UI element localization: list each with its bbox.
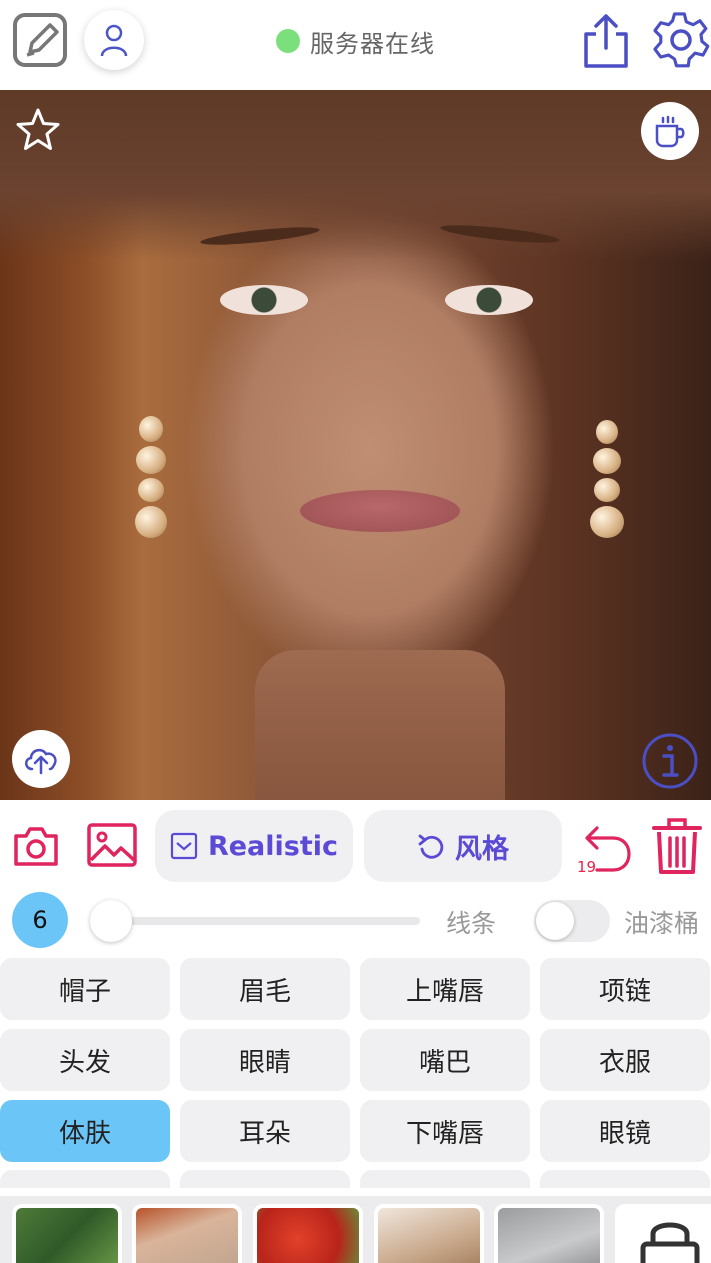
part-button[interactable]: 体肤 [0, 1100, 170, 1162]
pencil-square-icon[interactable] [12, 12, 70, 68]
photo-right-earring [590, 420, 624, 538]
rotate-icon [418, 834, 444, 859]
photo-neck [255, 650, 505, 800]
user-icon [100, 24, 128, 57]
part-cell-partial [180, 1170, 350, 1188]
part-button[interactable]: 头发 [0, 1029, 170, 1091]
photo-hair [0, 90, 711, 260]
photo-left-earring [134, 416, 168, 538]
model-label: Realistic [207, 830, 339, 862]
part-grid: 帽子 眉毛 上嘴唇 项链头发 眼睛 嘴巴 衣服体肤 耳朵 下嘴唇 眼镜 [0, 958, 711, 1188]
cloud-upload-icon [25, 748, 57, 775]
camera-icon[interactable] [12, 824, 60, 868]
style-label: 风格 [455, 833, 509, 865]
photo-right-eye [445, 285, 533, 315]
gear-icon[interactable] [652, 10, 710, 70]
model-select-button[interactable]: Realistic [155, 810, 353, 882]
part-button[interactable]: 下嘴唇 [360, 1100, 530, 1162]
share-icon[interactable] [580, 12, 632, 70]
server-status: 服务器在线 [276, 26, 435, 58]
toggle-knob [536, 902, 574, 940]
style-button[interactable]: 风格 [364, 810, 562, 882]
texture-swatch[interactable] [12, 1204, 122, 1263]
texture-swatch[interactable] [253, 1204, 363, 1263]
part-button[interactable]: 上嘴唇 [360, 958, 530, 1020]
locked-texture[interactable] [615, 1204, 711, 1263]
part-button[interactable]: 帽子 [0, 958, 170, 1020]
undo-button[interactable]: 19 [575, 816, 633, 878]
part-button[interactable]: 眼睛 [180, 1029, 350, 1091]
brush-size-slider[interactable] [96, 917, 420, 925]
coffee-button[interactable] [641, 102, 699, 160]
photo-canvas[interactable] [0, 90, 711, 800]
top-bar: 服务器在线 [0, 0, 711, 88]
texture-strip [0, 1196, 711, 1263]
tool-row: Realistic 风格 19 [0, 808, 711, 884]
part-button[interactable]: 嘴巴 [360, 1029, 530, 1091]
image-icon[interactable] [86, 822, 138, 868]
photo-mouth [300, 490, 460, 532]
checkbox-icon [170, 832, 198, 860]
part-cell-partial [0, 1170, 170, 1188]
texture-swatch[interactable] [374, 1204, 484, 1263]
brush-row: 6 线条 油漆桶 [0, 888, 711, 952]
status-indicator-dot [276, 29, 300, 53]
part-button[interactable]: 项链 [540, 958, 710, 1020]
photo-left-eye [220, 285, 308, 315]
trash-icon[interactable] [650, 816, 704, 876]
part-button[interactable]: 耳朵 [180, 1100, 350, 1162]
part-cell-partial [360, 1170, 530, 1188]
status-text: 服务器在线 [310, 29, 435, 58]
part-button[interactable]: 衣服 [540, 1029, 710, 1091]
part-button[interactable]: 眼镜 [540, 1100, 710, 1162]
upload-button[interactable] [12, 730, 70, 788]
texture-swatch[interactable] [132, 1204, 242, 1263]
info-icon[interactable] [641, 732, 699, 790]
undo-count: 19 [577, 858, 597, 876]
mode-fill-label: 油漆桶 [624, 909, 700, 938]
lock-icon [640, 1222, 700, 1263]
mode-line-label: 线条 [446, 909, 497, 938]
brush-size-badge: 6 [12, 892, 68, 948]
part-cell-partial [540, 1170, 710, 1188]
texture-swatch[interactable] [494, 1204, 604, 1263]
brush-size-slider-thumb[interactable] [90, 900, 132, 942]
user-button[interactable] [84, 10, 144, 70]
fill-mode-toggle[interactable] [534, 900, 610, 942]
star-icon[interactable] [14, 106, 62, 154]
coffee-cup-icon [655, 115, 685, 148]
part-button[interactable]: 眉毛 [180, 958, 350, 1020]
